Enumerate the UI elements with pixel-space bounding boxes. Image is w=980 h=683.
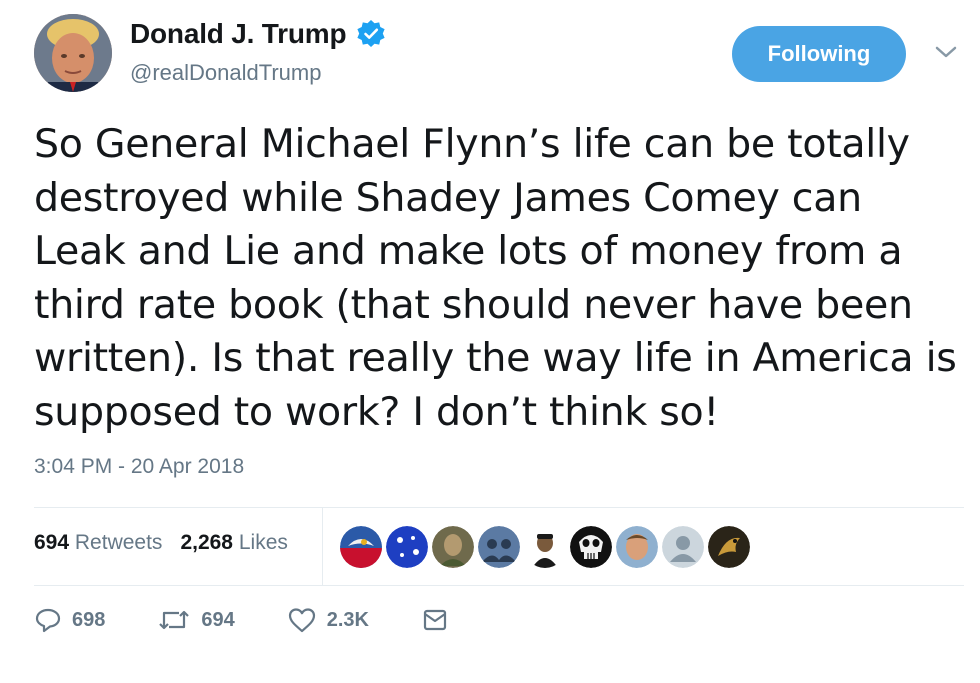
- envelope-icon: [423, 609, 447, 631]
- liker-avatar-person-icon[interactable]: [524, 526, 566, 568]
- liker-avatar-skull-icon[interactable]: [570, 526, 612, 568]
- tweet-actions: 698 694 2.3K: [34, 606, 501, 634]
- liker-avatar-default-icon[interactable]: [662, 526, 704, 568]
- retweets-stat[interactable]: 694 Retweets: [34, 531, 162, 555]
- retweet-count: 694: [201, 608, 235, 631]
- liker-avatar-camo-icon[interactable]: [432, 526, 474, 568]
- tweet-stats: 694 Retweets 2,268 Likes: [34, 531, 288, 555]
- like-button[interactable]: 2.3K: [287, 606, 369, 634]
- liker-avatar-eagle-icon[interactable]: [340, 526, 382, 568]
- author-display-name[interactable]: Donald J. Trump: [130, 18, 347, 50]
- retweet-button[interactable]: 694: [157, 606, 235, 634]
- stats-separator: [322, 507, 323, 585]
- retweets-count: 694: [34, 531, 70, 554]
- tweet-text: So General Michael Flynn’s life can be t…: [34, 121, 957, 435]
- likes-count: 2,268: [180, 531, 233, 554]
- liker-avatar-blue-icon[interactable]: [386, 526, 428, 568]
- divider: [34, 585, 964, 586]
- author-name-row: Donald J. Trump: [130, 18, 386, 50]
- divider: [34, 507, 964, 508]
- author-avatar[interactable]: [34, 14, 112, 92]
- retweet-icon: [159, 610, 190, 630]
- liker-avatar-face-icon[interactable]: [616, 526, 658, 568]
- tweet-card: Donald J. Trump @realDonaldTrump Followi…: [0, 0, 980, 683]
- chevron-down-icon[interactable]: [932, 42, 960, 62]
- tweet-timestamp[interactable]: 3:04 PM - 20 Apr 2018: [34, 455, 244, 479]
- heart-icon: [288, 608, 315, 633]
- liker-avatar-group-icon[interactable]: [478, 526, 520, 568]
- likers-avatars: [340, 526, 750, 568]
- direct-message-button[interactable]: [421, 606, 449, 634]
- verified-badge-icon: [357, 20, 385, 47]
- likes-stat[interactable]: 2,268 Likes: [180, 531, 287, 555]
- reply-button[interactable]: 698: [34, 606, 105, 634]
- author-handle[interactable]: @realDonaldTrump: [130, 60, 321, 86]
- following-button[interactable]: Following: [732, 26, 906, 82]
- profile-photo-icon: [34, 14, 112, 92]
- reply-count: 698: [72, 608, 106, 631]
- reply-icon: [35, 608, 61, 633]
- liker-avatar-eagle-gold-icon[interactable]: [708, 526, 750, 568]
- retweets-label: Retweets: [74, 531, 163, 554]
- like-count: 2.3K: [326, 608, 369, 631]
- likes-label: Likes: [238, 531, 288, 554]
